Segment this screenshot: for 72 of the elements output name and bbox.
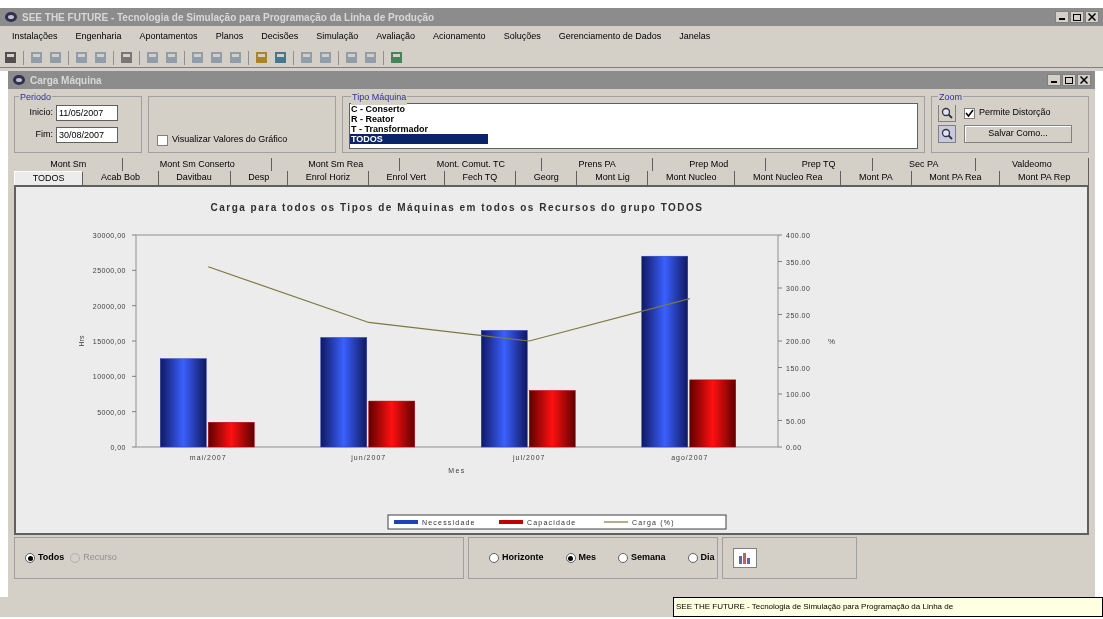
menu-item[interactable]: Simulação: [316, 30, 359, 44]
list-item[interactable]: T - Transformador: [350, 124, 488, 134]
radio-button[interactable]: [687, 553, 698, 563]
magnifier-icon: [941, 128, 953, 140]
close-icon: [1088, 13, 1096, 21]
legend-line-icon: [603, 521, 629, 523]
list-item[interactable]: R - Reator: [350, 114, 488, 124]
date-field[interactable]: 30/08/2007: [56, 127, 118, 143]
minimize-icon: [1051, 81, 1057, 83]
menu-item[interactable]: Instalações: [12, 30, 58, 44]
restore-icon: [1073, 13, 1081, 21]
checkbox[interactable]: [157, 135, 168, 146]
menu-item[interactable]: Acionamento: [433, 30, 486, 44]
zoom-in-button[interactable]: [938, 104, 956, 122]
zoom-out-button[interactable]: [938, 125, 956, 143]
legend-swatch-icon: [499, 520, 523, 524]
toolbar-icon[interactable]: [255, 51, 268, 64]
radio-label: Semana: [631, 551, 666, 565]
minimize-button[interactable]: [1047, 74, 1061, 86]
radio-button[interactable]: [618, 553, 628, 563]
list-item[interactable]: C - Conserto: [350, 104, 488, 114]
app-icon: [4, 11, 18, 23]
menu-item[interactable]: Janelas: [679, 30, 711, 44]
close-icon: [1080, 76, 1088, 84]
menu-item[interactable]: Gerenciamento de Dados: [558, 30, 662, 44]
checkbox[interactable]: [964, 107, 975, 119]
radio-label: Todos: [38, 551, 65, 565]
tooltip-text: SEE THE FUTURE - Tecnologia de Simulação para Programação da Linha de: [676, 602, 954, 611]
window-title: Carga Máquina: [30, 73, 102, 88]
window-title: SEE THE FUTURE - Tecnologia de Simulação para Programação da Linha de Produção: [22, 10, 435, 25]
close-button[interactable]: [1085, 11, 1099, 23]
chart-type-button[interactable]: [733, 548, 757, 568]
toolbar-icon[interactable]: [120, 51, 133, 64]
axis-title: %: [828, 337, 836, 346]
restore-button[interactable]: [1070, 11, 1084, 23]
close-button[interactable]: [1077, 74, 1091, 86]
checkbox-label: Permite Distorção: [979, 106, 1051, 120]
toolbar-icon[interactable]: [4, 51, 17, 64]
restore-icon: [1065, 76, 1073, 84]
radio-button[interactable]: [489, 553, 499, 563]
checkbox-label: Visualizar Valores do Gráfico: [172, 132, 288, 146]
menu-item[interactable]: Soluções: [503, 30, 541, 44]
machine-type-list[interactable]: C - Conserto R - Reator T - Transformador TODOS: [349, 103, 918, 149]
radio-label: Mes: [578, 551, 596, 565]
radio-label: Dia: [700, 551, 715, 565]
field-label: Fim:: [34, 128, 53, 142]
menu-item[interactable]: Planos: [215, 30, 244, 44]
restore-button[interactable]: [1062, 74, 1076, 86]
date-field[interactable]: 11/05/2007: [56, 105, 118, 121]
radio-button[interactable]: [25, 553, 35, 563]
menu-item[interactable]: Engenharia: [75, 30, 122, 44]
radio-label: Recurso: [83, 551, 117, 565]
group-label: Tipo Máquina: [351, 91, 408, 105]
menu-item[interactable]: Apontamentos: [139, 30, 198, 44]
app-icon: [12, 74, 26, 86]
group-label: Zoom: [938, 91, 963, 105]
radio-button[interactable]: [565, 553, 576, 563]
minimize-button[interactable]: [1055, 11, 1069, 23]
legend-swatch-icon: [394, 520, 418, 524]
minimize-icon: [1059, 18, 1065, 20]
menu-item[interactable]: Avaliação: [376, 30, 416, 44]
menu-item[interactable]: Decisões: [261, 30, 299, 44]
chart-title: Carga para todos os Tipos de Máquinas em todos os Recursos do grupo TODOS: [210, 202, 704, 213]
magnifier-icon: [941, 107, 953, 119]
save-as-button[interactable]: Salvar Como...: [964, 125, 1072, 143]
field-label: Inicio:: [28, 106, 53, 120]
bar-chart-icon: [738, 552, 752, 564]
list-item[interactable]: TODOS: [350, 134, 488, 144]
toolbar-icon[interactable]: [274, 51, 287, 64]
radio-label: Horizonte: [502, 551, 544, 565]
tab[interactable]: TODOS: [14, 171, 84, 185]
toolbar-icon[interactable]: [390, 51, 403, 64]
